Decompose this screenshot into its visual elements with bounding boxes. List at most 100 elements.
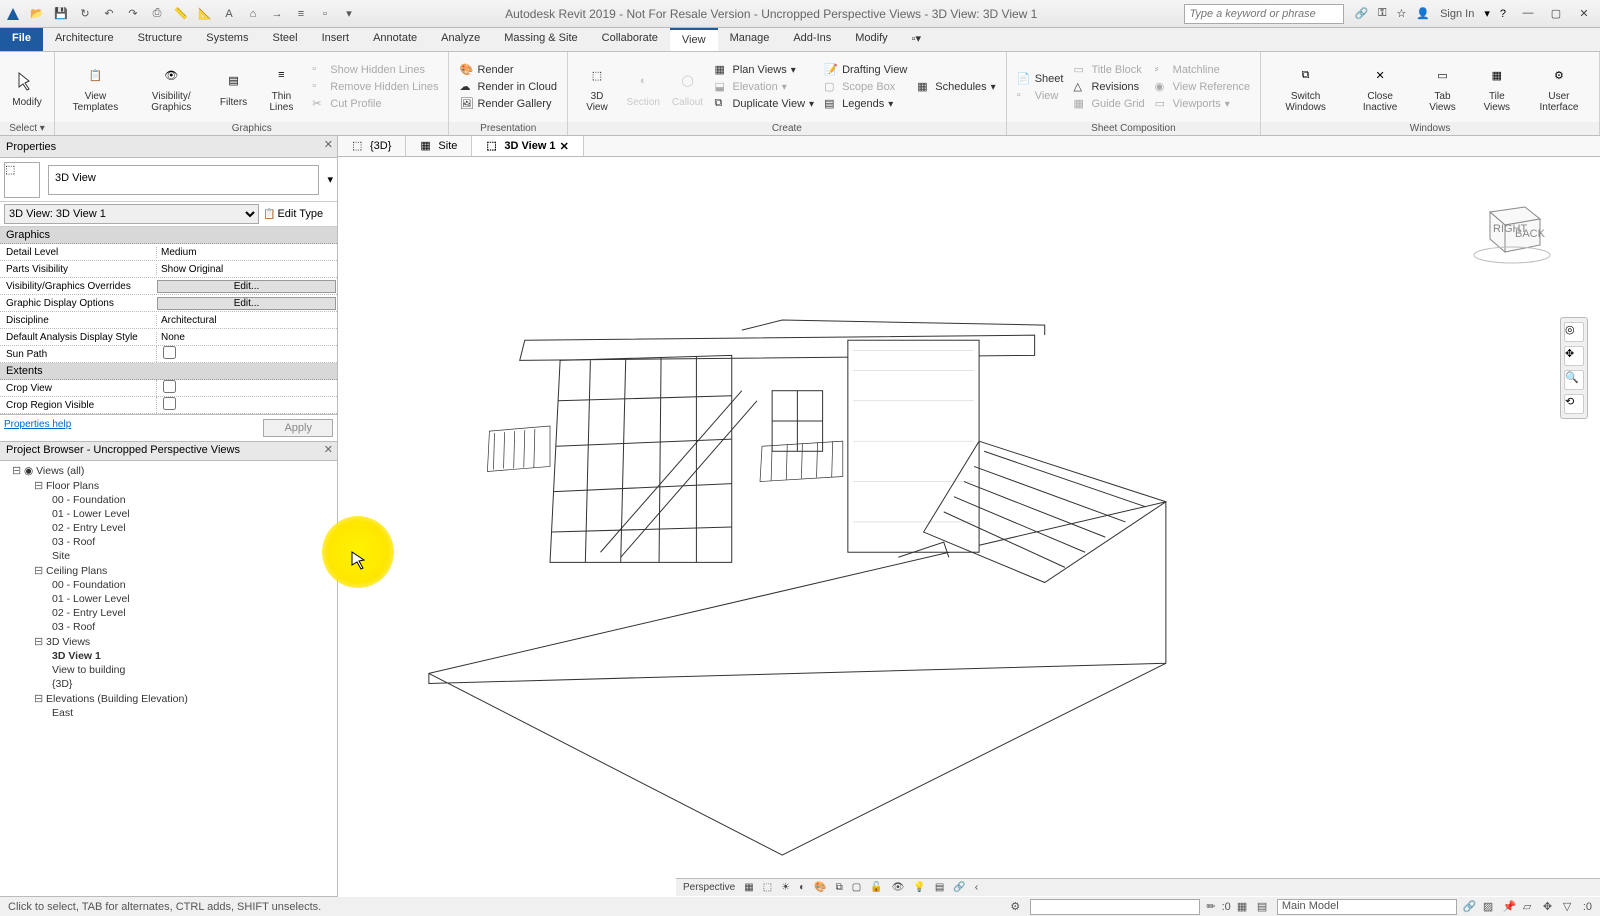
- tree-item[interactable]: 03 - Roof: [4, 535, 333, 549]
- render-cloud-button[interactable]: ☁Render in Cloud: [455, 79, 561, 95]
- instance-selector[interactable]: 3D View: 3D View 1: [4, 204, 259, 224]
- view-tab-site[interactable]: ▦Site: [406, 136, 472, 156]
- tree-group[interactable]: ⊟Elevations (Building Elevation): [4, 691, 333, 706]
- home-icon[interactable]: ⌂: [244, 5, 262, 23]
- tab-close-icon[interactable]: ✕: [560, 140, 569, 153]
- tree-item[interactable]: 00 - Foundation: [4, 578, 333, 592]
- measure-icon[interactable]: 📏: [172, 5, 190, 23]
- close-hidden-icon[interactable]: ≡: [292, 5, 310, 23]
- drawing-canvas[interactable]: RIGHT BACK ◎ ✥ 🔍 ⟲: [338, 157, 1600, 897]
- help-icon[interactable]: ?: [1500, 8, 1506, 20]
- tab-insert[interactable]: Insert: [310, 28, 362, 51]
- prop-group-header[interactable]: Graphics: [0, 227, 337, 244]
- rendering-icon[interactable]: 🎨: [811, 882, 829, 893]
- prop-value[interactable]: Show Original: [156, 264, 337, 275]
- signin-link[interactable]: Sign In: [1440, 8, 1474, 20]
- sync-icon[interactable]: ↻: [76, 5, 94, 23]
- schedules-button[interactable]: ▦Schedules ▾: [913, 79, 999, 95]
- revisions-button[interactable]: △Revisions: [1069, 79, 1148, 95]
- tree-item[interactable]: {3D}: [4, 677, 333, 691]
- view-tab-3d[interactable]: ⬚{3D}: [338, 136, 406, 156]
- tab-modify[interactable]: Modify: [843, 28, 899, 51]
- star-icon[interactable]: ☆: [1397, 7, 1407, 20]
- tile-views-button[interactable]: ▦Tile Views: [1471, 56, 1523, 118]
- select-pinned-icon[interactable]: 📌: [1503, 900, 1517, 914]
- tab-file[interactable]: File: [0, 28, 43, 51]
- exchange-icon[interactable]: 🔗: [1354, 7, 1368, 20]
- sun-path-icon[interactable]: ☀: [778, 882, 793, 893]
- tab-views-button[interactable]: ▭Tab Views: [1416, 56, 1469, 118]
- prop-value[interactable]: Edit...: [157, 297, 336, 310]
- temp-hide-icon[interactable]: 👁: [889, 882, 908, 893]
- tab-view[interactable]: View: [670, 28, 718, 51]
- design-options-icon[interactable]: ▤: [1257, 900, 1271, 914]
- 3d-view-button[interactable]: ⬚3D View: [574, 56, 620, 118]
- tab-steel[interactable]: Steel: [260, 28, 309, 51]
- maximize-button[interactable]: ▢: [1544, 7, 1568, 20]
- crop-region-icon[interactable]: ▢: [849, 882, 864, 893]
- steering-wheel-icon[interactable]: ◎: [1564, 322, 1584, 342]
- select-links-icon[interactable]: 🔗: [1463, 900, 1477, 914]
- scale-value[interactable]: :0: [1222, 901, 1231, 913]
- open-icon[interactable]: 📂: [28, 5, 46, 23]
- render-button[interactable]: 🎨Render: [455, 62, 561, 78]
- tab-analyze[interactable]: Analyze: [429, 28, 492, 51]
- properties-help-link[interactable]: Properties help: [4, 419, 263, 437]
- orbit-icon[interactable]: ⟲: [1564, 394, 1584, 414]
- view-tab-3dview1[interactable]: ⬚3D View 1 ✕: [472, 136, 583, 156]
- properties-close-icon[interactable]: ✕: [324, 138, 333, 151]
- drag-elements-icon[interactable]: ✥: [1543, 900, 1557, 914]
- crop-view-icon[interactable]: ⧉: [833, 882, 846, 893]
- prop-value[interactable]: None: [156, 332, 337, 343]
- type-selector[interactable]: 3D View: [48, 165, 319, 195]
- browser-close-icon[interactable]: ✕: [324, 443, 333, 456]
- plan-views-button[interactable]: ▦Plan Views ▾: [710, 62, 818, 78]
- tree-item[interactable]: 02 - Entry Level: [4, 606, 333, 620]
- dropdown-icon[interactable]: ▾: [340, 5, 358, 23]
- search-input[interactable]: [1184, 4, 1344, 24]
- worksharing-display-icon[interactable]: ▤: [932, 882, 947, 893]
- apply-button[interactable]: Apply: [263, 419, 333, 437]
- tree-item[interactable]: 3D View 1: [4, 649, 333, 663]
- pan-icon[interactable]: ✥: [1564, 346, 1584, 366]
- navigation-bar[interactable]: ◎ ✥ 🔍 ⟲: [1560, 317, 1588, 419]
- undo-icon[interactable]: ↶: [100, 5, 118, 23]
- signin-dropdown[interactable]: ▾: [1484, 7, 1490, 20]
- prop-value[interactable]: [156, 397, 337, 413]
- tree-item[interactable]: 01 - Lower Level: [4, 592, 333, 606]
- prop-group-header[interactable]: Extents: [0, 363, 337, 380]
- tree-item[interactable]: 03 - Roof: [4, 620, 333, 634]
- legends-button[interactable]: ▤Legends ▾: [820, 96, 911, 112]
- app-icon[interactable]: [4, 5, 22, 23]
- select-face-icon[interactable]: ▱: [1523, 900, 1537, 914]
- thin-lines-qat-icon[interactable]: →: [268, 5, 286, 23]
- tab-annotate[interactable]: Annotate: [361, 28, 429, 51]
- sheet-button[interactable]: 📄Sheet: [1013, 71, 1068, 87]
- shadows-icon[interactable]: ◐: [796, 882, 808, 893]
- modify-button[interactable]: Modify: [6, 56, 48, 118]
- tab-massing[interactable]: Massing & Site: [492, 28, 589, 51]
- filter-icon[interactable]: ▽: [1563, 900, 1577, 914]
- tab-structure[interactable]: Structure: [126, 28, 195, 51]
- save-icon[interactable]: 💾: [52, 5, 70, 23]
- detail-level-icon[interactable]: ▦: [741, 882, 756, 893]
- tab-systems[interactable]: Systems: [194, 28, 260, 51]
- editable-only-icon[interactable]: ▦: [1237, 900, 1251, 914]
- unlock-icon[interactable]: 🔓: [867, 882, 885, 893]
- prop-value[interactable]: Architectural: [156, 315, 337, 326]
- tab-architecture[interactable]: Architecture: [43, 28, 126, 51]
- switch-windows-button[interactable]: ⧉Switch Windows: [1267, 56, 1344, 118]
- select-underlay-icon[interactable]: ▨: [1483, 900, 1497, 914]
- user-icon[interactable]: 👤: [1416, 7, 1430, 20]
- tree-item[interactable]: View to building: [4, 663, 333, 677]
- prop-value[interactable]: Edit...: [157, 280, 336, 293]
- tab-collaborate[interactable]: Collaborate: [590, 28, 670, 51]
- render-gallery-button[interactable]: 🖼Render Gallery: [455, 96, 561, 112]
- duplicate-view-button[interactable]: ⧉Duplicate View ▾: [710, 96, 818, 112]
- prop-value[interactable]: [156, 380, 337, 396]
- tree-item[interactable]: 01 - Lower Level: [4, 507, 333, 521]
- close-button[interactable]: ✕: [1572, 7, 1596, 20]
- tree-group[interactable]: ⊟Floor Plans: [4, 478, 333, 493]
- edit-type-button[interactable]: 📋 Edit Type: [263, 208, 333, 220]
- prop-value[interactable]: [156, 346, 337, 362]
